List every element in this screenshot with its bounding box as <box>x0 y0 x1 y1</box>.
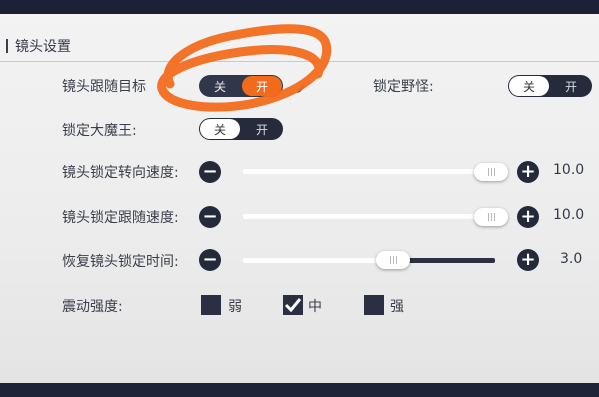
header-accent-bar <box>6 39 8 53</box>
restore-time-increase-button[interactable]: + <box>517 249 539 271</box>
check-icon <box>284 298 302 313</box>
follow-speed-increase-button[interactable]: + <box>517 206 539 228</box>
turn-speed-increase-button[interactable]: + <box>517 161 539 183</box>
vibration-label: 震动强度: <box>62 299 123 315</box>
turn-speed-decrease-button[interactable]: − <box>199 161 221 183</box>
vibration-weak-checkbox[interactable] <box>201 295 221 315</box>
lock-boss-off[interactable]: 关 <box>200 119 240 139</box>
lock-boss-label: 锁定大魔王: <box>62 123 137 139</box>
turn-speed-slider-handle[interactable] <box>474 163 508 181</box>
hand-drawn-circle-annotation <box>157 24 332 112</box>
restore-time-track[interactable] <box>243 258 393 263</box>
follow-speed-track[interactable] <box>243 214 495 219</box>
follow-speed-label: 镜头锁定跟随速度: <box>62 210 179 226</box>
top-bar <box>0 0 599 14</box>
follow-speed-decrease-button[interactable]: − <box>199 206 221 228</box>
turn-speed-track[interactable] <box>243 169 495 174</box>
follow-speed-slider-handle[interactable] <box>474 208 508 226</box>
lock-boss-on[interactable]: 开 <box>242 119 282 139</box>
follow-speed-value: 10.0 <box>553 207 585 223</box>
restore-time-value: 3.0 <box>560 251 583 267</box>
restore-time-label: 恢复镜头锁定时间: <box>62 254 179 270</box>
lock-monster-on[interactable]: 开 <box>551 76 591 96</box>
section-title: 镜头设置 <box>15 39 71 55</box>
lock-monster-toggle[interactable]: 关 开 <box>508 75 592 97</box>
turn-speed-value: 10.0 <box>553 162 585 178</box>
turn-speed-label: 镜头锁定转向速度: <box>62 165 179 181</box>
vibration-strong-checkbox[interactable] <box>364 295 384 315</box>
lock-monster-off[interactable]: 关 <box>509 76 549 96</box>
vibration-weak-label: 弱 <box>228 299 242 315</box>
restore-time-slider-handle[interactable] <box>376 251 410 269</box>
vibration-medium-label: 中 <box>308 299 322 315</box>
camera-follow-label: 镜头跟随目标 <box>62 79 146 95</box>
vibration-medium-checkbox[interactable] <box>283 295 303 315</box>
vibration-strong-label: 强 <box>390 299 404 315</box>
lock-boss-toggle[interactable]: 关 开 <box>199 118 283 140</box>
lock-monster-label: 锁定野怪: <box>373 79 434 95</box>
bottom-bar <box>0 383 599 397</box>
restore-time-decrease-button[interactable]: − <box>199 249 221 271</box>
